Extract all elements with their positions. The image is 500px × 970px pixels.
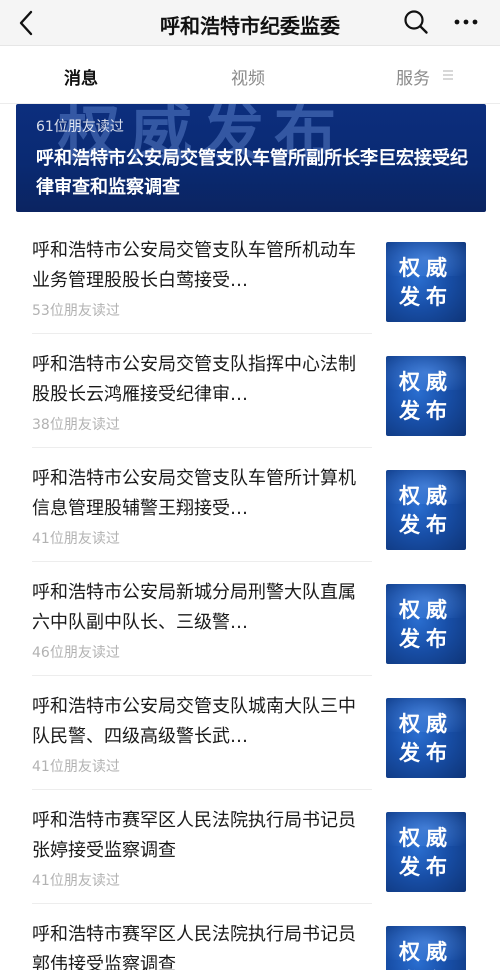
article-thumbnail: 权威发布 [386,470,466,550]
article-thumbnail: 权威发布 [386,698,466,778]
thumbnail-text: 权威发布 [399,597,453,651]
article-item[interactable]: 呼和浩特市赛罕区人民法院执行局书记员郭伟接受监察调查 权威发布 [16,904,486,970]
search-button[interactable] [402,8,430,36]
article-thumbnail: 权威发布 [386,812,466,892]
article-thumbnail: 权威发布 [386,356,466,436]
article-read-count: 41位朋友读过 [32,873,120,889]
top-nav-bar: 呼和浩特市纪委监委 [0,0,500,46]
banner-title: 呼和浩特市公安局交管支队车管所副所长李巨宏接受纪律审查和监察调查 [36,148,468,198]
tab-video[interactable]: 视频 [231,64,265,89]
app-frame: 呼和浩特市纪委监委 消息 视频 服务 权威发布 61位朋友读过 呼和浩特市公安局… [0,0,500,970]
article-read-count: 46位朋友读过 [32,645,120,661]
thumbnail-text: 权威发布 [399,369,453,423]
article-thumbnail: 权威发布 [386,926,466,970]
article-item[interactable]: 呼和浩特市公安局交管支队车管所机动车业务管理股股长白莺接受… 53位朋友读过 权… [16,220,486,334]
article-feed: 权威发布 61位朋友读过 呼和浩特市公安局交管支队车管所副所长李巨宏接受纪律审查… [0,104,500,970]
more-dots-icon [454,19,478,25]
article-item[interactable]: 呼和浩特市公安局交管支队指挥中心法制股股长云鸿雁接受纪律审… 38位朋友读过 权… [16,334,486,448]
thumbnail-text: 权威发布 [399,711,453,765]
search-icon [404,10,428,34]
article-read-count: 41位朋友读过 [32,531,120,547]
featured-article-card[interactable]: 权威发布 61位朋友读过 呼和浩特市公安局交管支队车管所副所长李巨宏接受纪律审查… [16,104,486,212]
banner-read-count: 61位朋友读过 [36,119,124,135]
more-button[interactable] [452,9,480,35]
article-title: 呼和浩特市公安局交管支队车管所机动车业务管理股股长白莺接受… [32,240,356,291]
article-read-count: 53位朋友读过 [32,303,120,319]
thumbnail-text: 权威发布 [399,939,453,970]
tab-messages[interactable]: 消息 [64,64,98,89]
article-title: 呼和浩特市公安局交管支队指挥中心法制股股长云鸿雁接受纪律审… [32,354,356,405]
article-title: 呼和浩特市公安局交管支队车管所计算机信息管理股辅警王翔接受… [32,468,356,519]
tab-bar: 消息 视频 服务 [0,46,500,104]
article-title: 呼和浩特市赛罕区人民法院执行局书记员张婷接受监察调查 [32,810,356,861]
article-thumbnail: 权威发布 [386,584,466,664]
article-item[interactable]: 呼和浩特市公安局交管支队城南大队三中队民警、四级高级警长武… 41位朋友读过 权… [16,676,486,790]
thumbnail-text: 权威发布 [399,255,453,309]
article-title: 呼和浩特市赛罕区人民法院执行局书记员郭伟接受监察调查 [32,924,356,970]
tab-service[interactable]: 服务 [396,64,430,89]
article-item[interactable]: 呼和浩特市公安局新城分局刑警大队直属六中队副中队长、三级警… 46位朋友读过 权… [16,562,486,676]
thumbnail-text: 权威发布 [399,483,453,537]
article-item[interactable]: 呼和浩特市赛罕区人民法院执行局书记员张婷接受监察调查 41位朋友读过 权威发布 [16,790,486,904]
article-item[interactable]: 呼和浩特市公安局交管支队车管所计算机信息管理股辅警王翔接受… 41位朋友读过 权… [16,448,486,562]
article-thumbnail: 权威发布 [386,242,466,322]
thumbnail-text: 权威发布 [399,825,453,879]
menu-lines-icon [443,70,453,80]
article-title: 呼和浩特市公安局新城分局刑警大队直属六中队副中队长、三级警… [32,582,356,633]
article-title: 呼和浩特市公安局交管支队城南大队三中队民警、四级高级警长武… [32,696,356,747]
article-read-count: 38位朋友读过 [32,417,120,433]
article-read-count: 41位朋友读过 [32,759,120,775]
